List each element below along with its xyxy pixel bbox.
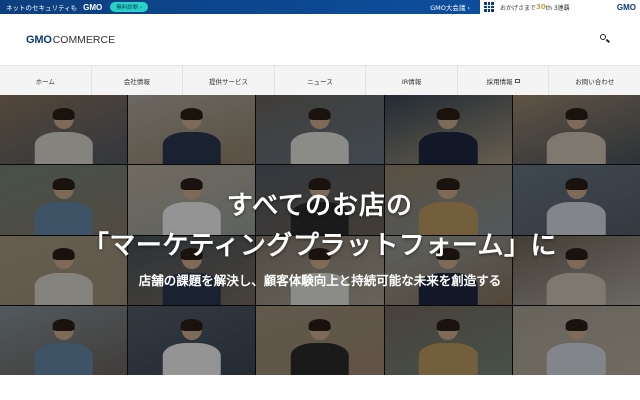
nav-label: 採用情報 — [486, 77, 513, 86]
anniversary-text: おかげさまで — [500, 4, 537, 12]
nav-item-recruit[interactable]: 採用情報 — [458, 66, 550, 95]
nav-label: ホーム — [35, 77, 55, 86]
logo-gmo: GMO — [26, 33, 52, 46]
nav-label: 会社情報 — [123, 77, 150, 86]
free-diagnosis-button[interactable]: 無料診断 › — [110, 2, 149, 12]
top-banner: ネットのセキュリティも GMO 無料診断 › GMO大会議 › おかげさまで 3… — [0, 0, 640, 14]
hero: すべてのお店の 「マーケティングプラットフォーム」に 店舗の課題を解決し、顧客体… — [0, 95, 640, 375]
gmo-group-logo[interactable]: GMO — [617, 3, 636, 12]
gmo-meeting-link[interactable]: GMO大会議 › — [430, 2, 470, 12]
logo-commerce: COMMERCE — [52, 33, 116, 46]
nav-label: 提供サービス — [208, 77, 248, 86]
nav-item-ir[interactable]: IR情報 — [366, 66, 458, 95]
nav-label: お問い合わせ — [575, 77, 615, 86]
nav-item-home[interactable]: ホーム — [0, 66, 92, 95]
group-menu-icon[interactable] — [484, 2, 494, 12]
external-link-icon — [514, 78, 520, 83]
hero-title-line2: 「マーケティングプラットフォーム」に — [82, 231, 558, 261]
nav-item-services[interactable]: 提供サービス — [183, 66, 275, 95]
nav-item-news[interactable]: ニュース — [275, 66, 367, 95]
security-banner-text: ネットのセキュリティも — [6, 4, 78, 12]
nav-item-contact[interactable]: お問い合わせ — [549, 66, 640, 95]
site-header: GMO COMMERCE — [0, 14, 640, 66]
global-nav: ホーム 会社情報 提供サービス ニュース IR情報 採用情報 お問い合わせ — [0, 66, 640, 95]
anniversary-suffix: th 3連覇 — [545, 4, 570, 12]
gmo-logo: GMO — [83, 2, 103, 12]
site-logo[interactable]: GMO COMMERCE — [26, 34, 115, 46]
security-banner[interactable]: ネットのセキュリティも GMO 無料診断 › GMO大会議 › — [0, 0, 480, 14]
hero-title-line1: すべてのお店の — [226, 191, 414, 221]
nav-label: ニュース — [307, 77, 333, 86]
page-below-fold — [0, 375, 640, 400]
hero-subtitle: 店舗の課題を解決し、顧客体験向上と持続可能な未来を創造する — [138, 273, 502, 288]
nav-item-company[interactable]: 会社情報 — [92, 66, 184, 95]
anniversary-number: 30 — [536, 3, 546, 11]
nav-label: IR情報 — [401, 77, 422, 86]
group-banner: おかげさまで 30 th 3連覇 GMO — [480, 0, 640, 14]
search-icon[interactable] — [598, 32, 614, 48]
